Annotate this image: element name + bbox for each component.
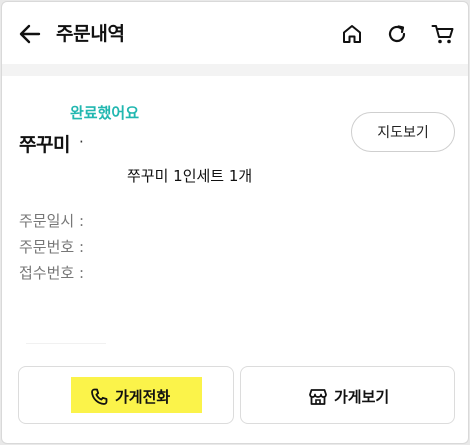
call-store-label: 가게전화 <box>115 388 171 406</box>
menu-summary: 쭈꾸미 1인세트 1개 <box>127 167 253 185</box>
section-divider <box>2 64 468 76</box>
cart-icon[interactable] <box>429 20 457 48</box>
call-store-content: 가게전화 <box>89 386 170 407</box>
view-store-button[interactable]: 가게보기 <box>240 366 455 424</box>
view-store-label: 가게보기 <box>334 388 390 406</box>
home-icon[interactable] <box>338 20 366 48</box>
call-store-button[interactable]: 가게전화 <box>18 366 234 424</box>
phone-icon <box>89 387 109 407</box>
order-status-text: 완료했어요 <box>70 104 140 122</box>
page-title: 주문내역 <box>56 23 125 45</box>
back-arrow-icon[interactable] <box>16 20 44 48</box>
view-store-content: 가게보기 <box>308 386 389 407</box>
store-icon <box>308 387 328 407</box>
order-number-label: 주문번호 : <box>19 238 85 256</box>
view-map-button[interactable]: 지도보기 <box>351 112 455 152</box>
refresh-icon[interactable] <box>383 20 411 48</box>
divider-line <box>26 343 106 344</box>
order-detail-screen: 주문내역 완료했어요 쭈꾸미 · 지도보기 쭈꾸미 1인세트 1개 주문일시 :… <box>1 1 469 444</box>
receipt-number-label: 접수번호 : <box>19 264 85 282</box>
store-name-suffix: · <box>79 133 84 151</box>
order-datetime-label: 주문일시 : <box>19 212 85 230</box>
store-name: 쭈꾸미 <box>19 134 70 156</box>
top-bar: 주문내역 <box>2 2 468 64</box>
